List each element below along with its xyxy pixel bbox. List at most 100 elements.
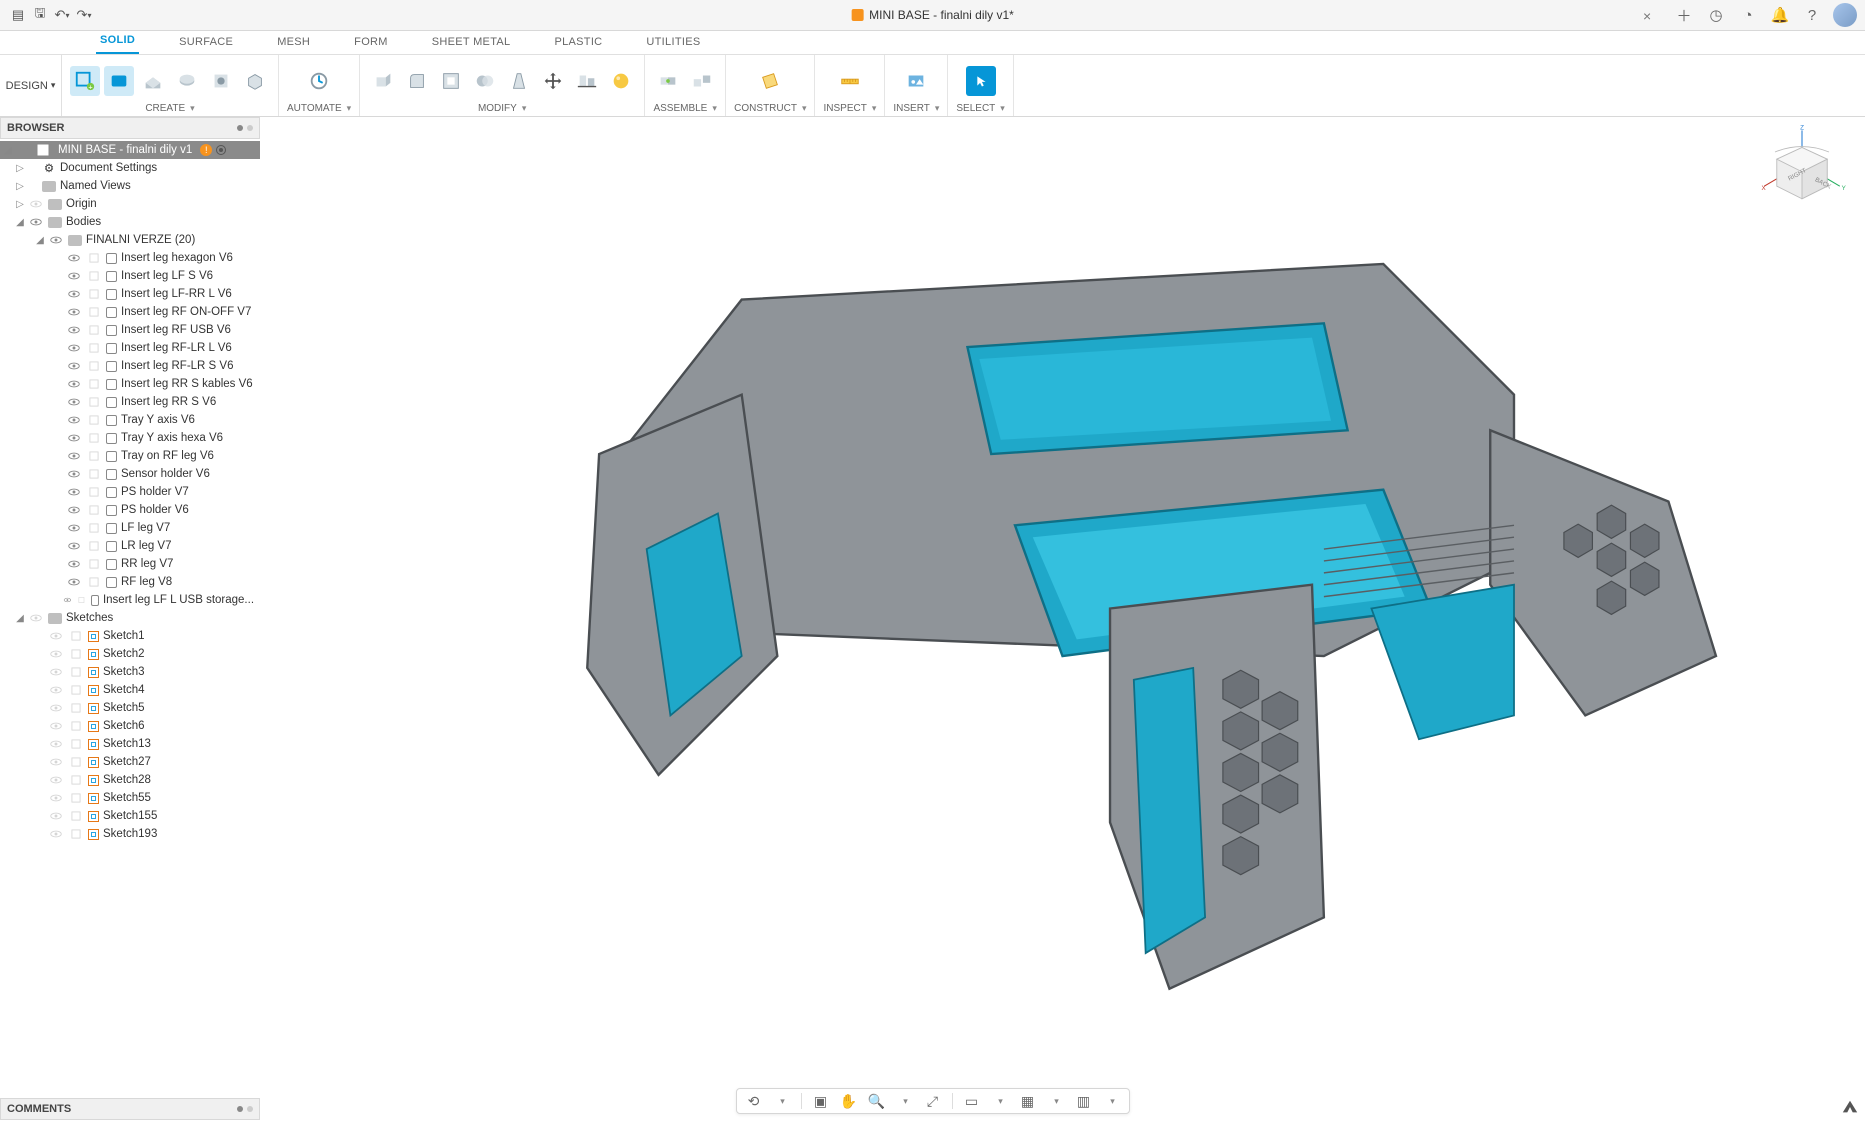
selectable-icon[interactable] <box>69 647 83 661</box>
visibility-icon[interactable] <box>67 449 81 463</box>
as-built-joint-icon[interactable] <box>687 66 717 96</box>
selectable-icon[interactable] <box>87 557 101 571</box>
look-at-icon[interactable]: ▣ <box>812 1092 830 1110</box>
active-component-icon[interactable] <box>216 145 226 155</box>
selectable-icon[interactable] <box>87 377 101 391</box>
shell-icon[interactable] <box>436 66 466 96</box>
tree-sketch-item[interactable]: Sketch3 <box>0 663 260 681</box>
zoom-options-icon[interactable] <box>896 1092 914 1110</box>
tree-body-item[interactable]: Insert leg RF-LR L V6 <box>0 339 260 357</box>
visibility-icon[interactable] <box>29 215 43 229</box>
redo-icon[interactable]: ↷▾ <box>74 5 94 25</box>
tree-sketches[interactable]: ◢Sketches <box>0 609 260 627</box>
fillet-icon[interactable] <box>402 66 432 96</box>
visibility-icon[interactable] <box>49 827 63 841</box>
visibility-icon[interactable] <box>49 791 63 805</box>
tree-root[interactable]: ◢ MINI BASE - finalni dily v1 ! <box>0 141 260 159</box>
tree-body-item[interactable]: Insert leg hexagon V6 <box>0 249 260 267</box>
insert-label[interactable]: INSERT <box>893 103 939 114</box>
selectable-icon[interactable] <box>87 413 101 427</box>
new-sketch-icon[interactable]: + <box>70 66 100 96</box>
visibility-icon[interactable] <box>49 737 63 751</box>
workspace-switcher[interactable]: DESIGN▾ <box>0 55 62 116</box>
combine-icon[interactable] <box>470 66 500 96</box>
tab-form[interactable]: FORM <box>350 32 392 54</box>
tree-body-item[interactable]: Tray Y axis V6 <box>0 411 260 429</box>
selectable-icon[interactable] <box>87 503 101 517</box>
tree-body-item[interactable]: PS holder V6 <box>0 501 260 519</box>
visibility-icon[interactable] <box>63 593 72 607</box>
selectable-icon[interactable] <box>87 251 101 265</box>
viewport-layout-icon[interactable]: ▥ <box>1075 1092 1093 1110</box>
tree-sketch-item[interactable]: Sketch13 <box>0 735 260 753</box>
selectable-icon[interactable] <box>69 719 83 733</box>
tree-origin[interactable]: ▷Origin <box>0 195 260 213</box>
draft-icon[interactable] <box>504 66 534 96</box>
tree-sketch-item[interactable]: Sketch55 <box>0 789 260 807</box>
visibility-icon[interactable] <box>67 377 81 391</box>
appearance-icon[interactable] <box>606 66 636 96</box>
visibility-icon[interactable] <box>67 503 81 517</box>
inspect-label[interactable]: INSPECT <box>823 103 876 114</box>
selectable-icon[interactable] <box>69 827 83 841</box>
visibility-icon[interactable] <box>49 701 63 715</box>
selectable-icon[interactable] <box>69 629 83 643</box>
tree-sketch-item[interactable]: Sketch1 <box>0 627 260 645</box>
save-icon[interactable]: 🖫 <box>30 5 50 25</box>
visibility-icon[interactable] <box>29 611 43 625</box>
visibility-icon[interactable] <box>67 539 81 553</box>
tree-body-item[interactable]: Insert leg RR S kables V6 <box>0 375 260 393</box>
visibility-icon[interactable] <box>49 233 63 247</box>
selectable-icon[interactable] <box>87 467 101 481</box>
tab-sheet-metal[interactable]: SHEET METAL <box>428 32 515 54</box>
grid-icon[interactable]: ▦ <box>1019 1092 1037 1110</box>
selectable-icon[interactable] <box>77 593 86 607</box>
tree-sketch-item[interactable]: Sketch2 <box>0 645 260 663</box>
tree-body-item[interactable]: PS holder V7 <box>0 483 260 501</box>
construct-plane-icon[interactable] <box>755 66 785 96</box>
visibility-icon[interactable] <box>49 683 63 697</box>
selectable-icon[interactable] <box>69 737 83 751</box>
visibility-icon[interactable] <box>49 773 63 787</box>
tree-body-item[interactable]: Insert leg RR S V6 <box>0 393 260 411</box>
hole-icon[interactable] <box>206 66 236 96</box>
visibility-icon[interactable] <box>67 521 81 535</box>
selectable-icon[interactable] <box>69 665 83 679</box>
orbit-options-icon[interactable] <box>773 1092 791 1110</box>
job-status-icon[interactable]: ◔ <box>1737 4 1759 26</box>
visibility-icon[interactable] <box>67 557 81 571</box>
tree-sketch-item[interactable]: Sketch6 <box>0 717 260 735</box>
selectable-icon[interactable] <box>87 287 101 301</box>
selectable-icon[interactable] <box>87 521 101 535</box>
tree-sketch-item[interactable]: Sketch155 <box>0 807 260 825</box>
tree-document-settings[interactable]: ▷⚙Document Settings <box>0 159 260 177</box>
help-icon[interactable]: ? <box>1801 4 1823 26</box>
tab-plastic[interactable]: PLASTIC <box>550 32 606 54</box>
joint-icon[interactable] <box>653 66 683 96</box>
selectable-icon[interactable] <box>87 395 101 409</box>
create-label[interactable]: CREATE <box>145 103 194 114</box>
tree-body-item[interactable]: Insert leg RF ON-OFF V7 <box>0 303 260 321</box>
insert-icon[interactable] <box>901 66 931 96</box>
tab-mesh[interactable]: MESH <box>273 32 314 54</box>
visibility-icon[interactable] <box>49 719 63 733</box>
visibility-icon[interactable] <box>49 647 63 661</box>
automate-icon[interactable] <box>304 66 334 96</box>
tree-sketch-item[interactable]: Sketch5 <box>0 699 260 717</box>
assemble-label[interactable]: ASSEMBLE <box>653 103 716 114</box>
selectable-icon[interactable] <box>87 431 101 445</box>
canvas-3d-viewport[interactable] <box>320 157 1805 1060</box>
selectable-icon[interactable] <box>87 485 101 499</box>
tree-sketch-item[interactable]: Sketch28 <box>0 771 260 789</box>
move-icon[interactable] <box>538 66 568 96</box>
user-avatar[interactable] <box>1833 3 1857 27</box>
visibility-icon[interactable] <box>49 629 63 643</box>
selectable-icon[interactable] <box>87 539 101 553</box>
selectable-icon[interactable] <box>87 269 101 283</box>
zoom-icon[interactable]: 🔍 <box>868 1092 886 1110</box>
tab-solid[interactable]: SOLID <box>96 30 139 54</box>
tree-sketch-item[interactable]: Sketch4 <box>0 681 260 699</box>
visibility-icon[interactable] <box>67 269 81 283</box>
revolve-icon[interactable] <box>172 66 202 96</box>
visibility-icon[interactable] <box>49 665 63 679</box>
